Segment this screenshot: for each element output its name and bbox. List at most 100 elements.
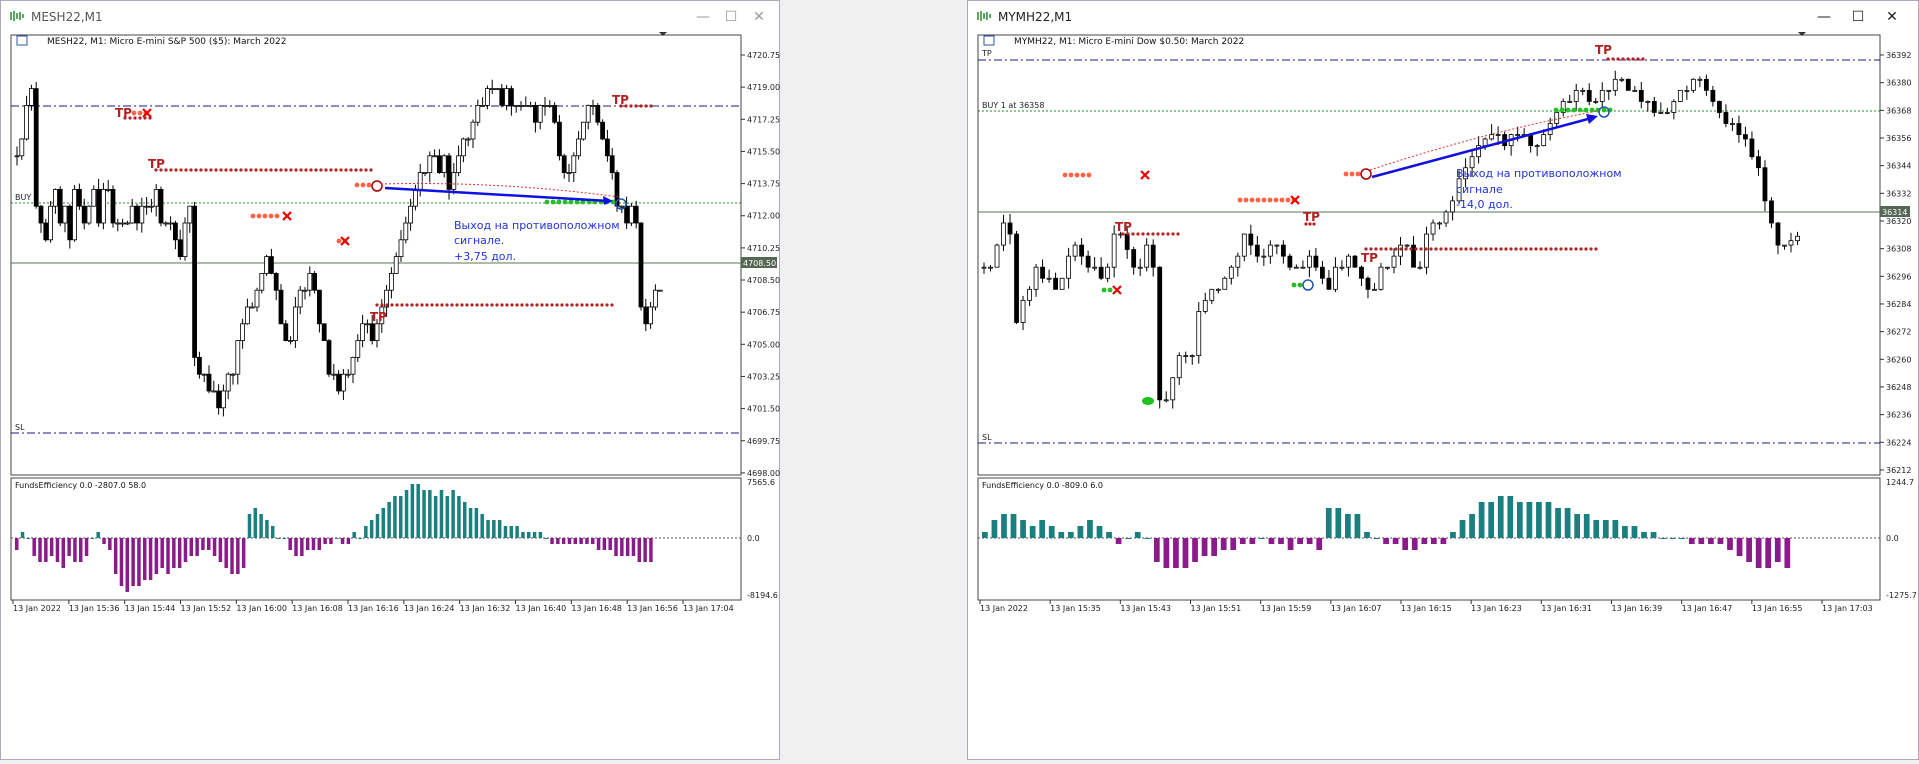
candle-body [24,105,30,140]
tp-marker: TP [1115,220,1132,234]
candle-body [1638,89,1644,102]
indicator-bar [1201,538,1208,556]
indicator-bar [509,526,514,538]
candle-body [1730,123,1735,125]
price-label: 4708.50 [747,276,780,285]
candle-body [1782,244,1787,247]
price-chart[interactable]: MYMH22, M1: Micro E-mini Dow $0.50: Marc… [968,31,1919,761]
candle-body [1443,211,1449,224]
minimize-icon[interactable]: — [691,7,715,27]
candle-body [196,356,202,375]
indicator-bar [79,538,83,562]
candle-body [1528,134,1534,147]
tp-dot [624,104,628,108]
indicator-bar [1545,502,1552,538]
time-label: 13 Jan 2022 [980,604,1028,613]
candle-body [105,188,111,191]
indicator-bar [1574,514,1581,538]
tp-dot [239,168,243,172]
candle-body [988,266,993,269]
candle-body [1079,244,1085,257]
indicator-bar [527,532,531,538]
maximize-icon[interactable]: ☐ [719,7,743,27]
candle-body [1534,145,1540,148]
time-label: 13 Jan 15:36 [69,604,120,613]
indicator-bar [323,538,327,544]
tp-dot [1641,57,1645,61]
candle-body [201,373,207,376]
candle-body [1105,266,1111,279]
exit-dot [1291,282,1297,288]
tp-marker: TP [1361,251,1378,265]
candle-body [211,390,217,393]
candle-body [1651,101,1657,113]
indicator-bar [352,532,356,538]
indicator-bar [143,538,147,580]
candle-body [1020,299,1026,323]
candle-body [1424,233,1429,268]
close-icon[interactable]: ✕ [747,7,771,27]
tp-dot [380,303,384,307]
indicator-bar [1278,538,1284,544]
indicator-scale-zero: 0.0 [747,534,760,543]
candle-body [1697,78,1703,81]
candle-body [1098,266,1104,279]
window-titlebar[interactable]: MESH22,M1 — ☐ ✕ [1,1,779,33]
indicator-bar [1173,538,1179,568]
entry-dot [1273,197,1279,203]
candle-body [1124,233,1130,250]
candle-body [537,105,543,123]
candle-body [1040,266,1045,279]
chart-window-mesh22[interactable]: MESH22,M1 — ☐ ✕ MESH22, M1: Micro E-mini… [0,0,780,760]
indicator-bar [1650,532,1657,538]
time-label: 13 Jan 17:04 [683,604,734,613]
candle-body [1222,277,1228,290]
entry-dot [1279,197,1285,203]
indicator-scale-zero: 0.0 [1886,534,1899,543]
candle-body [1215,288,1221,291]
price-chart[interactable]: MESH22, M1: Micro E-mini S&P 500 ($5): M… [1,31,781,761]
indicator-bar [329,538,333,544]
candle-body [67,205,73,241]
indicator-bar [1287,538,1294,550]
candle-body [53,188,58,207]
window-titlebar[interactable]: MYMH22,M1 — ☐ ✕ [968,1,1918,33]
entry-dot [366,182,372,188]
indicator-bar [1325,508,1332,538]
indicator-bar [265,520,269,538]
tp-dot [490,303,494,307]
chart-window-mymh22[interactable]: MYMH22,M1 — ☐ ✕ MYMH22, M1: Micro E-mini… [967,0,1919,760]
candle-body [268,256,274,274]
indicator-bar [148,538,153,580]
close-icon[interactable]: ✕ [1880,7,1904,27]
minimize-icon[interactable]: — [1812,7,1836,27]
tp-dot [545,303,549,307]
candle-body [1235,255,1241,268]
tp-dot [480,303,484,307]
candle-body [518,105,524,107]
tp-dot [169,168,173,172]
maximize-icon[interactable]: ☐ [1846,7,1870,27]
indicator-bar [84,538,89,556]
indicator-bar [1497,496,1504,538]
exit-dot [1583,107,1589,113]
indicator-bar [346,538,351,544]
candle-body [96,188,101,224]
candle-body [225,373,231,392]
candle-body [1066,255,1072,279]
tp-dot [565,303,569,307]
tp-dot [329,168,333,172]
tp-dot [1529,247,1533,251]
tp-dot [470,303,474,307]
indicator-bar [1077,526,1084,538]
candle-body [1280,244,1286,257]
candle-body [1287,255,1293,268]
tp-dot [1594,247,1598,251]
candle-body [120,222,125,225]
candle-body [581,121,586,140]
price-label: 36224 [1886,438,1911,447]
price-label: 36272 [1886,328,1911,337]
indicator-bar [480,514,484,538]
tp-dot [179,168,183,172]
price-pane [10,34,742,476]
